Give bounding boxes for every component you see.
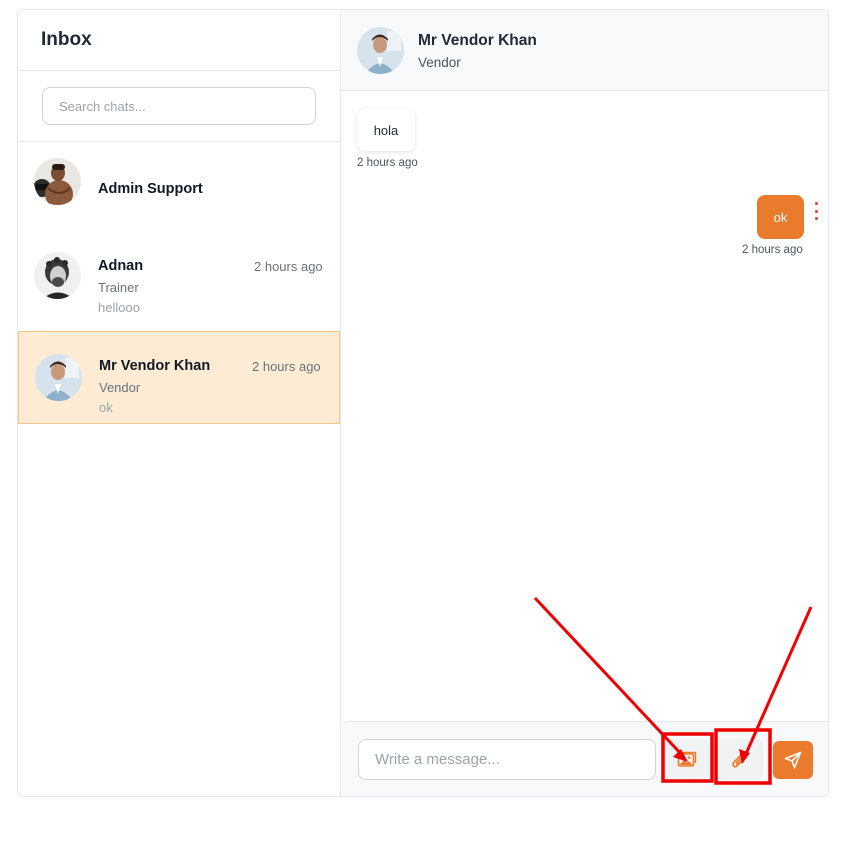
inbox-title: Inbox: [41, 29, 92, 50]
search-container: [18, 71, 340, 142]
chat-item-adnan[interactable]: Adnan 2 hours ago Trainer hellooo: [18, 232, 340, 331]
chat-item-admin-support[interactable]: Admin Support: [18, 142, 340, 232]
avatar: [357, 27, 404, 74]
message-list: hola 2 hours ago ok 2 hours ago: [341, 91, 828, 721]
chat-sidebar: Inbox Admin Support: [18, 10, 341, 796]
image-icon: [677, 751, 697, 767]
message-timestamp: 2 hours ago: [357, 157, 418, 169]
chat-role: Vendor: [99, 380, 141, 395]
chat-item-mr-vendor-khan[interactable]: Mr Vendor Khan 2 hours ago Vendor ok: [18, 331, 340, 424]
search-input[interactable]: [42, 87, 316, 125]
attach-file-button[interactable]: [717, 739, 763, 780]
message-composer: [341, 721, 828, 796]
send-icon: [784, 751, 802, 769]
chat-name: Mr Vendor Khan: [99, 358, 211, 374]
conversation-role: Vendor: [418, 55, 461, 70]
incoming-message-bubble: hola: [357, 109, 415, 151]
image-upload-button[interactable]: [664, 739, 710, 780]
outgoing-message-bubble: ok: [757, 195, 804, 239]
chat-last-message: hellooo: [98, 300, 140, 315]
chat-last-message: ok: [99, 400, 113, 415]
avatar: [35, 354, 82, 401]
chat-name: Admin Support: [98, 181, 203, 197]
chat-time: 2 hours ago: [254, 259, 323, 274]
chat-role: Trainer: [98, 280, 139, 295]
conversation-header: Mr Vendor Khan Vendor: [341, 10, 828, 91]
message-timestamp: 2 hours ago: [742, 244, 803, 256]
chat-app: Inbox Admin Support: [17, 9, 829, 797]
chat-time: 2 hours ago: [252, 359, 321, 374]
chat-name: Adnan: [98, 258, 144, 274]
paperclip-icon: [732, 751, 747, 768]
message-input[interactable]: [358, 739, 656, 780]
send-button[interactable]: [773, 741, 813, 779]
avatar: [34, 158, 81, 205]
conversation-name: Mr Vendor Khan: [418, 32, 537, 49]
message-options-icon[interactable]: [812, 202, 820, 220]
inbox-header: Inbox: [18, 10, 340, 71]
conversation-panel: Mr Vendor Khan Vendor hola 2 hours ago o…: [341, 10, 828, 796]
avatar: [34, 252, 81, 299]
